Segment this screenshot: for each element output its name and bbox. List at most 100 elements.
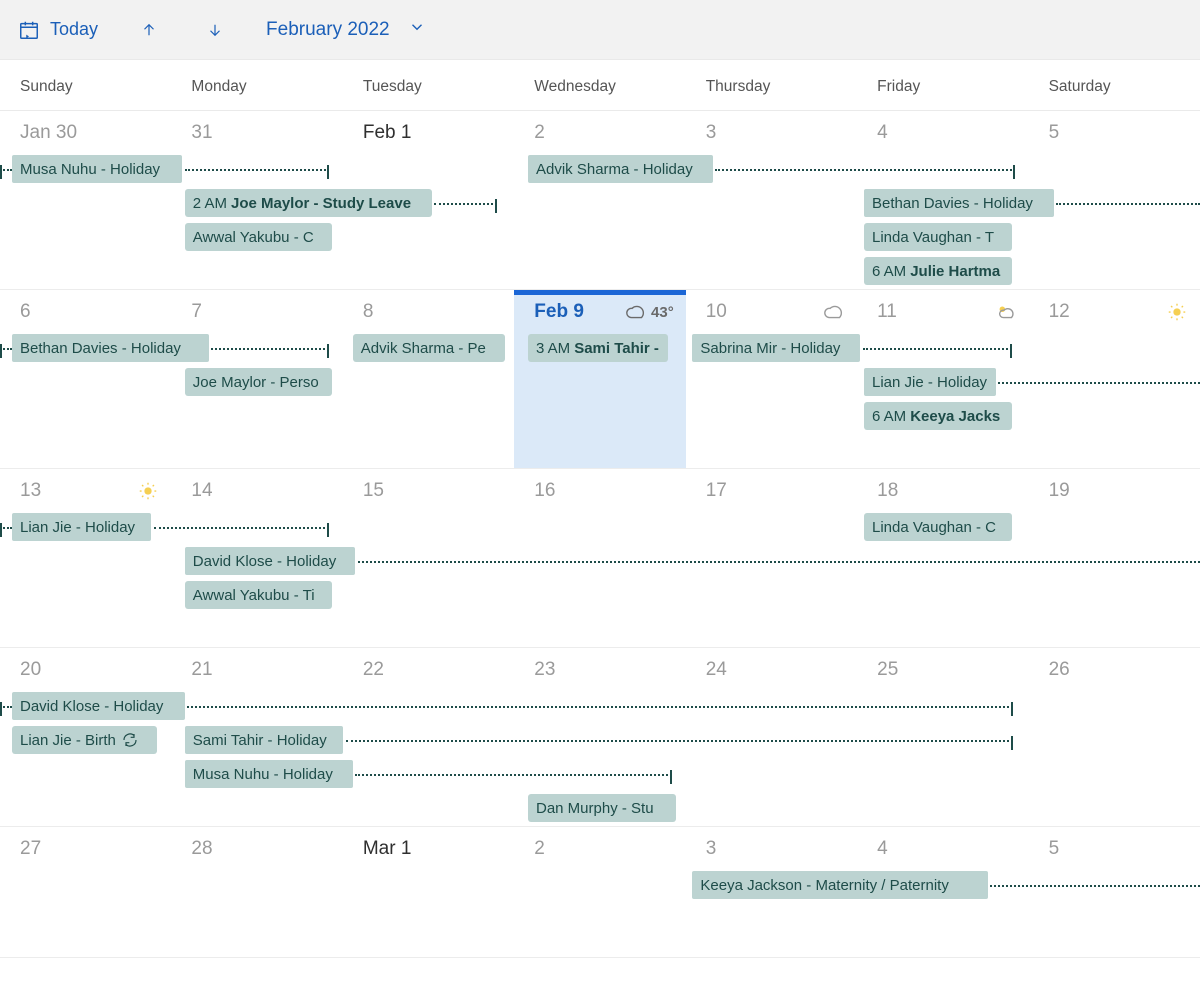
- event-label: Julie Hartma: [910, 263, 1000, 280]
- weather-badge: [823, 301, 845, 323]
- day-number: 20: [0, 648, 171, 690]
- event-label: Awwal Yakubu - Ti: [193, 587, 315, 604]
- dow-header: Thursday: [686, 64, 857, 110]
- day-number: 2: [514, 827, 685, 869]
- today-label: Today: [50, 19, 98, 40]
- calendar-grid: Sunday Monday Tuesday Wednesday Thursday…: [0, 60, 1200, 958]
- month-selector[interactable]: February 2022: [266, 18, 426, 42]
- event-label: Dan Murphy - Stu: [536, 800, 654, 817]
- day-number: 3: [686, 111, 857, 153]
- day-number: 10: [686, 290, 857, 332]
- day-number: 2: [514, 111, 685, 153]
- next-arrow[interactable]: [200, 15, 230, 45]
- event[interactable]: Musa Nuhu - Holiday: [12, 155, 182, 183]
- event-label: Sami Tahir -: [574, 340, 659, 357]
- day-number: 18: [857, 469, 1028, 511]
- event-label: Bethan Davies - Holiday: [872, 195, 1033, 212]
- day-number: Feb 9 43°: [514, 290, 685, 332]
- event[interactable]: 6 AMJulie Hartma: [864, 257, 1012, 285]
- event-label: Joe Maylor - Study Leave: [231, 195, 411, 212]
- day-number: 4: [857, 111, 1028, 153]
- event-time: 6 AM: [872, 263, 906, 280]
- event[interactable]: Keeya Jackson - Maternity / Paternity: [692, 871, 987, 899]
- event[interactable]: Bethan Davies - Holiday: [12, 334, 209, 362]
- day-number: 5: [1029, 827, 1200, 869]
- event-label: Keeya Jackson - Maternity / Paternity: [700, 877, 948, 894]
- calendar-toolbar: Today February 2022: [0, 0, 1200, 60]
- day-number-text: 10: [706, 301, 727, 323]
- day-number: 13: [0, 469, 171, 511]
- weather-badge: [1166, 301, 1188, 323]
- week-row: 27 28 Mar 1 2 3 4 5 Keeya Jackson - Mate…: [0, 827, 1200, 958]
- event[interactable]: Linda Vaughan - C: [864, 513, 1012, 541]
- event[interactable]: Bethan Davies - Holiday: [864, 189, 1054, 217]
- cloud-icon: [625, 301, 647, 323]
- day-number: 8: [343, 290, 514, 332]
- event-label: Linda Vaughan - T: [872, 229, 994, 246]
- event[interactable]: David Klose - Holiday: [185, 547, 355, 575]
- cloud-icon: [823, 301, 845, 323]
- day-number: 11: [857, 290, 1028, 332]
- event[interactable]: 2 AMJoe Maylor - Study Leave: [185, 189, 432, 217]
- day-number-text: Feb 9: [534, 301, 584, 323]
- day-number: 28: [171, 827, 342, 869]
- event-label: Bethan Davies - Holiday: [20, 340, 181, 357]
- event-label: Keeya Jacks: [910, 408, 1000, 425]
- event-label: Musa Nuhu - Holiday: [193, 766, 333, 783]
- day-number: 22: [343, 648, 514, 690]
- dow-header: Saturday: [1029, 64, 1200, 110]
- day-number: 16: [514, 469, 685, 511]
- event-time: 2 AM: [193, 195, 227, 212]
- event-label: Lian Jie - Holiday: [20, 519, 135, 536]
- dow-header-row: Sunday Monday Tuesday Wednesday Thursday…: [0, 60, 1200, 111]
- day-number: 14: [171, 469, 342, 511]
- event[interactable]: Advik Sharma - Holiday: [528, 155, 713, 183]
- event-label: Linda Vaughan - C: [872, 519, 996, 536]
- event[interactable]: Advik Sharma - Pe: [353, 334, 505, 362]
- day-number-text: 13: [20, 480, 41, 502]
- dow-header: Wednesday: [514, 64, 685, 110]
- event[interactable]: Sami Tahir - Holiday: [185, 726, 343, 754]
- event-time: 6 AM: [872, 408, 906, 425]
- event-label: Advik Sharma - Holiday: [536, 161, 693, 178]
- event[interactable]: Dan Murphy - Stu: [528, 794, 676, 822]
- day-number: 4: [857, 827, 1028, 869]
- event-time: 3 AM: [536, 340, 570, 357]
- recurring-icon: [122, 732, 138, 748]
- day-number: Feb 1: [343, 111, 514, 153]
- event[interactable]: Lian Jie - Holiday: [12, 513, 151, 541]
- day-number: Jan 30: [0, 111, 171, 153]
- dow-header: Tuesday: [343, 64, 514, 110]
- week-row: 20 21 22 23 24 25 26 David Klose - Holid…: [0, 648, 1200, 827]
- event-label: Sabrina Mir - Holiday: [700, 340, 840, 357]
- day-number: 23: [514, 648, 685, 690]
- event[interactable]: Awwal Yakubu - Ti: [185, 581, 333, 609]
- event-label: Musa Nuhu - Holiday: [20, 161, 160, 178]
- prev-arrow[interactable]: [134, 15, 164, 45]
- dow-header: Sunday: [0, 64, 171, 110]
- dow-header: Monday: [171, 64, 342, 110]
- day-number: 26: [1029, 648, 1200, 690]
- event-label: David Klose - Holiday: [20, 698, 163, 715]
- today-button[interactable]: Today: [18, 19, 98, 41]
- event[interactable]: 6 AMKeeya Jacks: [864, 402, 1012, 430]
- day-number: 24: [686, 648, 857, 690]
- week-row: 6 7 8 Feb 9 43° 10 11: [0, 290, 1200, 469]
- event[interactable]: Joe Maylor - Perso: [185, 368, 333, 396]
- event[interactable]: Linda Vaughan - T: [864, 223, 1012, 251]
- day-number: 15: [343, 469, 514, 511]
- week-row: 13 14 15 16 17 18 19 Lian Jie - Holiday …: [0, 469, 1200, 648]
- event[interactable]: Lian Jie - Birth: [12, 726, 157, 754]
- event-label: Awwal Yakubu - C: [193, 229, 314, 246]
- event[interactable]: David Klose - Holiday: [12, 692, 185, 720]
- event-label: Lian Jie - Holiday: [872, 374, 987, 391]
- sunny-icon: [1166, 301, 1188, 323]
- calendar-today-icon: [18, 19, 40, 41]
- day-number: 21: [171, 648, 342, 690]
- event[interactable]: Lian Jie - Holiday: [864, 368, 996, 396]
- event[interactable]: Sabrina Mir - Holiday: [692, 334, 860, 362]
- event[interactable]: Awwal Yakubu - C: [185, 223, 333, 251]
- event[interactable]: Musa Nuhu - Holiday: [185, 760, 353, 788]
- day-number-text: 11: [877, 301, 897, 323]
- event[interactable]: 3 AMSami Tahir -: [528, 334, 668, 362]
